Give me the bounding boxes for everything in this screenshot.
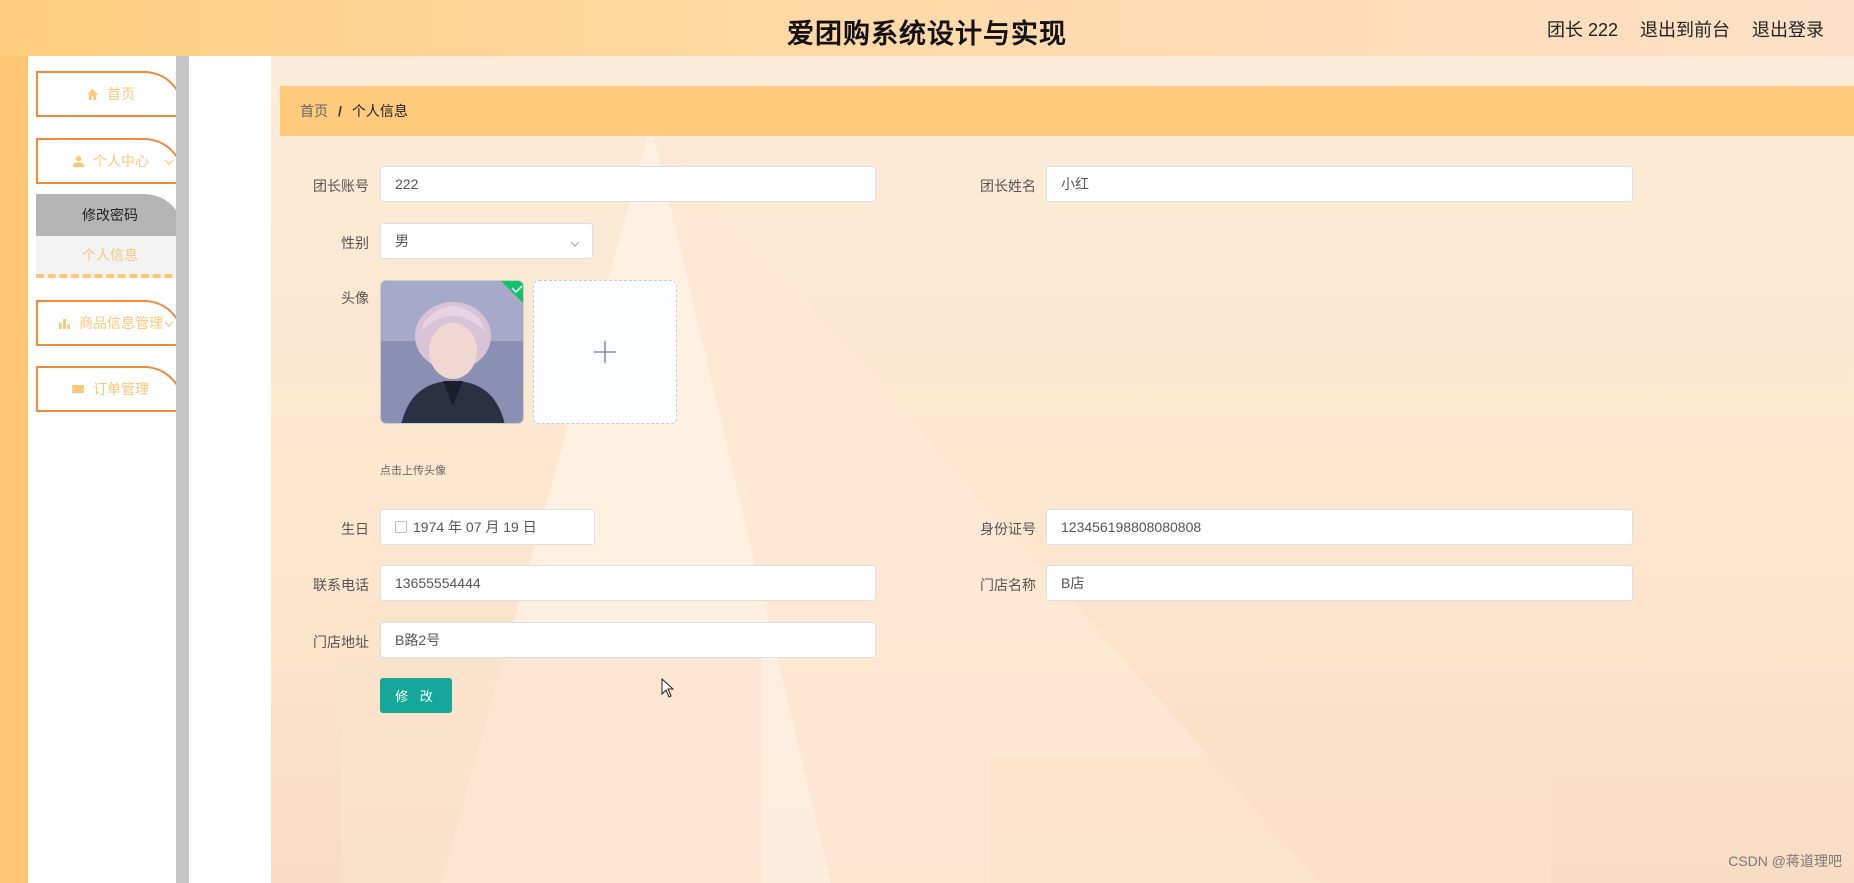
user-icon	[71, 154, 85, 168]
phone-input[interactable]: 13655554444	[380, 565, 876, 601]
name-input[interactable]: 小红	[1046, 166, 1633, 202]
sidebar-subitem-label: 修改密码	[82, 207, 138, 223]
store-address-label: 门店地址	[313, 634, 369, 650]
sidebar: 首页 个人中心 修改密码 个人信息 商品信息管理 订单管理	[28, 56, 184, 883]
birthday-input[interactable]: 1974 年 07 月 19 日	[380, 509, 595, 545]
user-label: 团长 222	[1546, 20, 1618, 40]
chevron-down-icon	[164, 154, 174, 165]
sidebar-item-order-management[interactable]: 订单管理	[36, 366, 184, 412]
left-accent-strip	[0, 56, 28, 883]
avatar-image[interactable]	[380, 280, 524, 424]
front-link[interactable]: 退出到前台	[1640, 16, 1730, 42]
sidebar-item-label: 商品信息管理	[79, 315, 163, 331]
bar-chart-icon	[57, 316, 71, 330]
gender-select-value: 男	[395, 233, 409, 249]
birthday-label: 生日	[341, 521, 369, 537]
gender-label: 性别	[341, 235, 369, 251]
avatar-upload-button[interactable]	[533, 280, 677, 424]
top-header: 爱团购系统设计与实现 团长 222 退出到前台 退出登录	[0, 0, 1854, 56]
sidebar-item-label: 订单管理	[93, 381, 149, 397]
watermark: CSDN @蒋道理吧	[1728, 853, 1842, 869]
idcard-input[interactable]: 123456198808080808	[1046, 509, 1633, 545]
sidebar-subitem-personal-info[interactable]: 个人信息	[36, 236, 184, 278]
sidebar-subitem-label: 个人信息	[82, 247, 138, 263]
sidebar-item-label: 首页	[107, 86, 135, 102]
breadcrumb-home[interactable]: 首页	[300, 101, 328, 121]
idcard-label: 身份证号	[980, 521, 1036, 537]
ticket-icon	[71, 382, 85, 396]
header-links: 团长 222 退出到前台 退出登录	[1547, 16, 1824, 42]
store-name-input[interactable]: B店	[1046, 565, 1633, 601]
sidebar-item-product-management[interactable]: 商品信息管理	[36, 300, 184, 346]
breadcrumb-separator: /	[338, 103, 342, 119]
plus-icon	[594, 341, 616, 363]
chevron-down-icon	[570, 236, 580, 247]
account-input[interactable]: 222	[380, 166, 876, 202]
birthday-value: 1974 年 07 月 19 日	[413, 519, 537, 535]
sidebar-subitem-change-password[interactable]: 修改密码	[36, 194, 184, 236]
sidebar-item-label: 个人中心	[93, 153, 149, 169]
main-content: 首页 / 个人信息 团长账号 222 团长姓名 小红 性别 男 头像 点击上传头…	[271, 56, 1854, 883]
submit-button[interactable]: 修 改	[380, 678, 452, 713]
upload-hint: 点击上传头像	[380, 465, 446, 477]
name-label: 团长姓名	[980, 178, 1036, 194]
avatar-label: 头像	[341, 290, 369, 306]
sidebar-item-personal-center[interactable]: 个人中心	[36, 138, 184, 184]
sidebar-scrollbar[interactable]	[176, 56, 189, 883]
breadcrumb: 首页 / 个人信息	[280, 86, 1854, 136]
account-label: 团长账号	[313, 178, 369, 194]
breadcrumb-current: 个人信息	[351, 103, 408, 119]
gender-select[interactable]: 男	[380, 223, 593, 259]
sidebar-item-home[interactable]: 首页	[36, 71, 184, 117]
home-icon	[85, 87, 99, 101]
store-name-label: 门店名称	[980, 577, 1036, 593]
store-address-input[interactable]: B路2号	[380, 622, 876, 658]
phone-label: 联系电话	[313, 577, 369, 593]
gutter	[189, 56, 271, 883]
logout-link[interactable]: 退出登录	[1752, 16, 1824, 42]
chevron-down-icon	[164, 316, 174, 327]
calendar-icon	[395, 521, 407, 533]
mouse-cursor-icon	[661, 678, 675, 698]
